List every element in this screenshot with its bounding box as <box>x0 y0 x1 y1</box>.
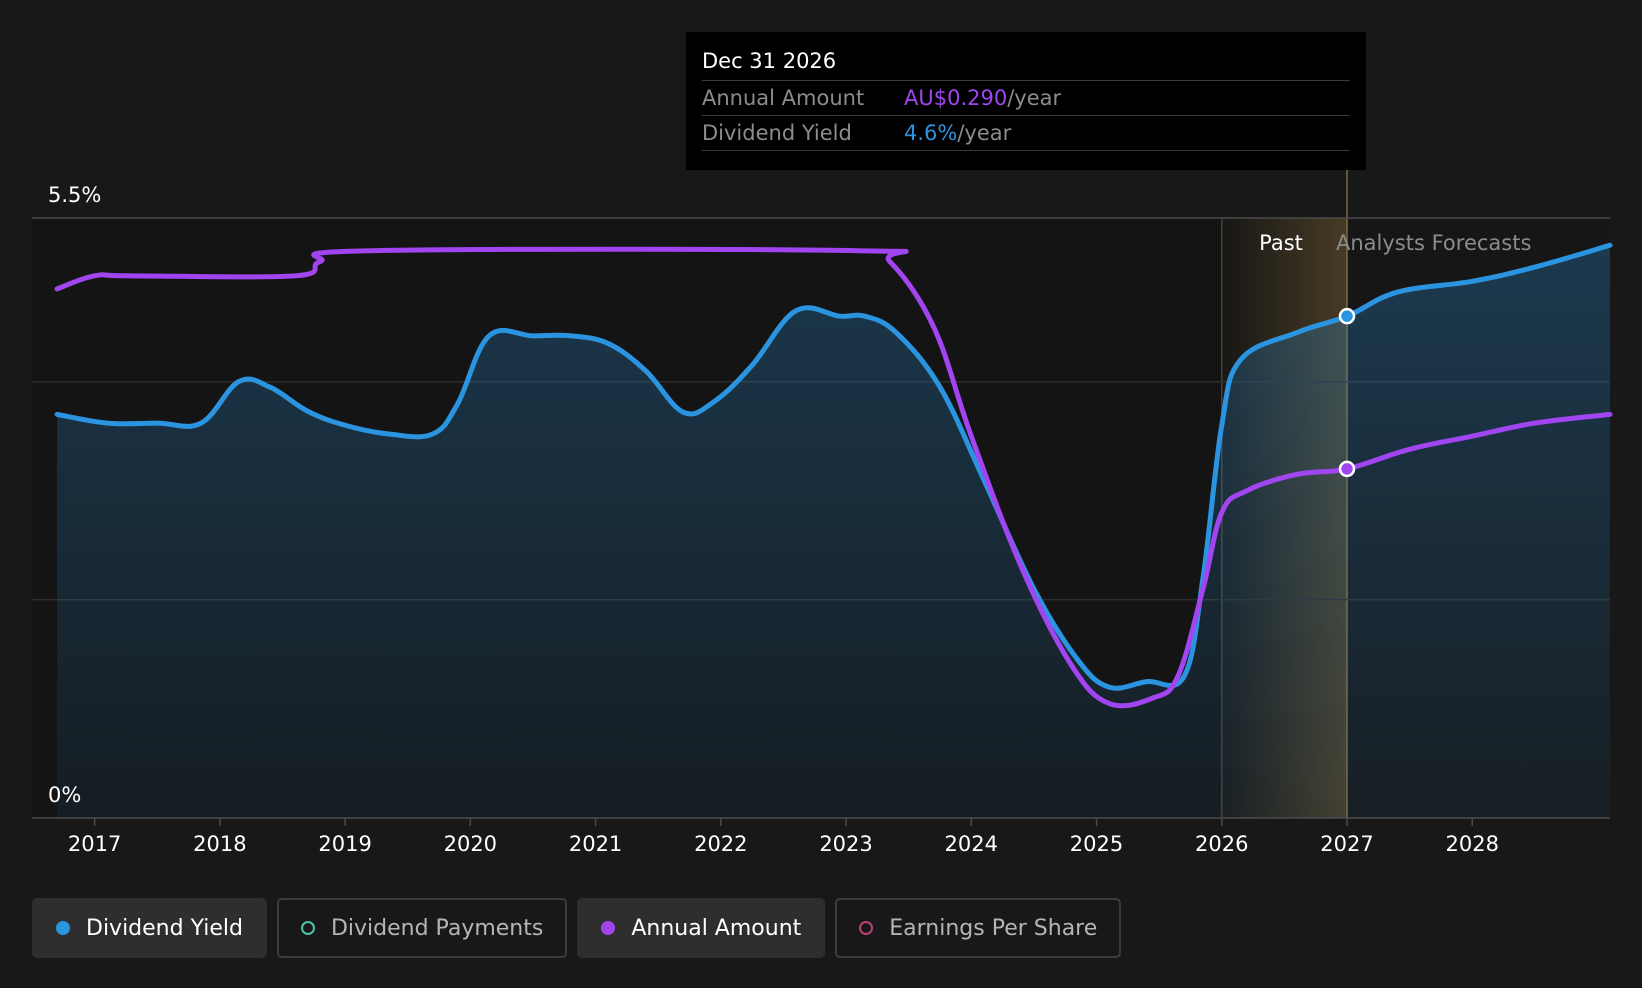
legend-item-earnings-per-share[interactable]: Earnings Per Share <box>835 898 1122 958</box>
y-axis-min-label: 0% <box>48 783 81 807</box>
x-tick-label: 2023 <box>819 832 872 856</box>
x-tick-label: 2022 <box>694 832 747 856</box>
legend-item-dividend-payments[interactable]: Dividend Payments <box>276 898 568 958</box>
tooltip-unit: /year <box>957 121 1012 145</box>
annual-amount-marker[interactable] <box>1338 460 1356 478</box>
tooltip-row-annual-amount: Annual Amount AU$0.290 /year <box>702 81 1350 116</box>
legend-label: Earnings Per Share <box>889 915 1098 941</box>
dividend-yield-dot-icon <box>56 921 70 935</box>
tooltip-date: Dec 31 2026 <box>702 46 1350 81</box>
tooltip-row-dividend-yield: Dividend Yield 4.6% /year <box>702 116 1350 151</box>
x-tick-label: 2018 <box>193 832 246 856</box>
x-tick-label: 2021 <box>569 832 622 856</box>
earnings-per-share-ring-icon <box>859 921 874 935</box>
x-tick-label: 2025 <box>1070 832 1123 856</box>
tooltip-label: Dividend Yield <box>702 121 852 145</box>
x-tick-label: 2020 <box>444 832 497 856</box>
dividend-yield-marker[interactable] <box>1338 307 1356 325</box>
legend-item-annual-amount[interactable]: Annual Amount <box>577 898 826 958</box>
past-region-label: Past <box>1259 231 1303 255</box>
tooltip-value: 4.6% <box>904 121 958 145</box>
x-tick-label: 2028 <box>1446 832 1499 856</box>
annual-amount-dot-icon <box>601 921 616 935</box>
x-tick-label: 2017 <box>68 832 121 856</box>
tooltip-label: Annual Amount <box>702 86 865 110</box>
tooltip-unit: /year <box>1007 86 1062 110</box>
tooltip-value: AU$0.290 <box>904 86 1008 110</box>
legend: Dividend Yield Dividend Payments Annual … <box>32 898 1122 958</box>
legend-item-dividend-yield[interactable]: Dividend Yield <box>32 898 267 958</box>
legend-label: Dividend Payments <box>330 915 544 941</box>
tooltip: Dec 31 2026 Annual Amount AU$0.290 /year… <box>686 32 1366 170</box>
x-tick-label: 2019 <box>318 832 371 856</box>
y-axis-max-label: 5.5% <box>48 183 101 207</box>
legend-label: Annual Amount <box>631 915 802 941</box>
x-tick-label: 2024 <box>945 832 998 856</box>
x-tick-label: 2027 <box>1320 832 1373 856</box>
dividend-payments-ring-icon <box>300 921 315 935</box>
legend-label: Dividend Yield <box>86 915 243 941</box>
x-tick-label: 2026 <box>1195 832 1248 856</box>
forecast-region-label: Analysts Forecasts <box>1336 231 1531 255</box>
